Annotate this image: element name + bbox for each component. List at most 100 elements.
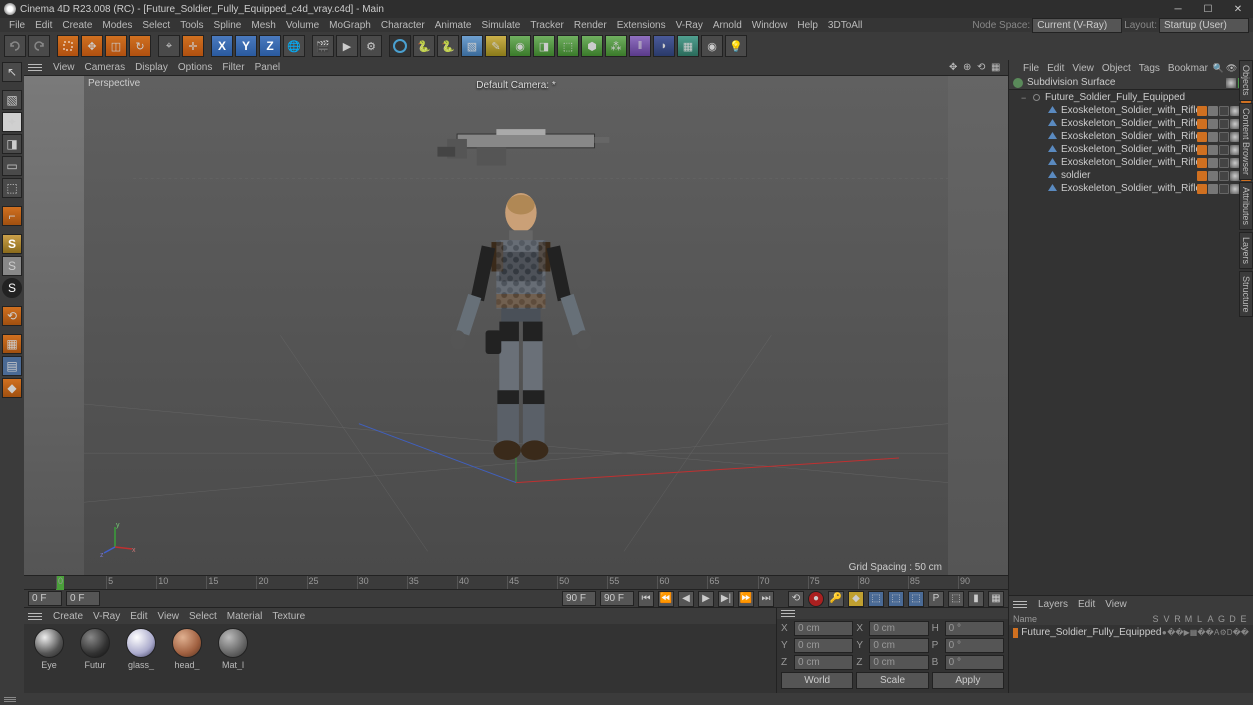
obj-menu-edit[interactable]: Edit: [1043, 63, 1068, 74]
z-axis-lock[interactable]: Z: [259, 35, 281, 57]
mat-menu-create[interactable]: Create: [48, 611, 88, 622]
workplane-icon[interactable]: ▭: [2, 156, 22, 176]
maximize-button[interactable]: ☐: [1193, 0, 1223, 18]
key-scale-button[interactable]: ⬚: [888, 591, 904, 607]
texture-mode-icon[interactable]: ◨: [2, 134, 22, 154]
keyframe-selection[interactable]: ◆: [848, 591, 864, 607]
vp-menu-cameras[interactable]: Cameras: [80, 62, 131, 73]
object-tag[interactable]: [1219, 184, 1229, 194]
coord-field[interactable]: 0 cm: [794, 638, 853, 653]
tree-row[interactable]: Exoskeleton_Soldier_with_Rifle04: [1009, 182, 1253, 195]
material-item[interactable]: Eye: [28, 628, 70, 689]
layer-color-swatch[interactable]: [1013, 628, 1018, 638]
last-tool[interactable]: ⌖: [158, 35, 180, 57]
obj-menu-view[interactable]: View: [1068, 63, 1098, 74]
menu-render[interactable]: Render: [569, 20, 612, 31]
vp-icon-4[interactable]: ▦: [991, 62, 1003, 74]
object-tag[interactable]: [1219, 132, 1229, 142]
key-rot-button[interactable]: ⬚: [908, 591, 924, 607]
vp-icon-2[interactable]: ⊕: [963, 62, 975, 74]
subdivision-surface[interactable]: ◉: [509, 35, 531, 57]
menu-select[interactable]: Select: [137, 20, 175, 31]
cube-mode-icon[interactable]: ▧: [2, 90, 22, 110]
key-pos-button[interactable]: ⬚: [868, 591, 884, 607]
redo-button[interactable]: [28, 35, 50, 57]
layer-toggle-icon[interactable]: �: [1206, 627, 1214, 638]
obj-header-tag1[interactable]: [1226, 78, 1236, 88]
object-tag[interactable]: [1197, 171, 1207, 181]
node-space-dropdown[interactable]: Current (V-Ray): [1032, 18, 1122, 33]
layer-toggle-icon[interactable]: ⚙: [1220, 627, 1227, 638]
obj-search-icon[interactable]: 🔍: [1213, 63, 1224, 74]
snap-s1-icon[interactable]: S: [2, 234, 22, 254]
object-tag[interactable]: [1208, 158, 1218, 168]
obj-menu-object[interactable]: Object: [1098, 63, 1135, 74]
vp-icon-1[interactable]: ✥: [949, 62, 961, 74]
object-tag[interactable]: [1208, 171, 1218, 181]
object-tag[interactable]: [1219, 171, 1229, 181]
scale-tool[interactable]: ◫: [105, 35, 127, 57]
menu-spline[interactable]: Spline: [209, 20, 247, 31]
prev-frame-button[interactable]: ◀: [678, 591, 694, 607]
coord-system[interactable]: 🌐: [283, 35, 305, 57]
loop-button[interactable]: ⟲: [788, 591, 804, 607]
object-tag[interactable]: [1208, 119, 1218, 129]
extrude-tool[interactable]: ◨: [533, 35, 555, 57]
move-tool[interactable]: ✥: [81, 35, 103, 57]
object-tag[interactable]: [1219, 119, 1229, 129]
menu-extensions[interactable]: Extensions: [612, 20, 671, 31]
render-pv[interactable]: ▶: [336, 35, 358, 57]
vp-menu-panel[interactable]: Panel: [250, 62, 286, 73]
coord-field[interactable]: 0 °: [945, 638, 1004, 653]
object-tag[interactable]: [1208, 132, 1218, 142]
timeline-marker-button[interactable]: ▮: [968, 591, 984, 607]
coord-field[interactable]: 0 cm: [869, 655, 928, 670]
menu-modes[interactable]: Modes: [97, 20, 137, 31]
menu-vray[interactable]: V-Ray: [671, 20, 708, 31]
frame-end-field-1[interactable]: 90 F: [562, 591, 596, 606]
mat-menu-select[interactable]: Select: [184, 611, 222, 622]
viewport-hamburger-icon[interactable]: [28, 64, 42, 71]
next-frame-button[interactable]: ▶|: [718, 591, 734, 607]
cursor-icon[interactable]: ↖: [2, 62, 22, 82]
light-tool[interactable]: ◉: [701, 35, 723, 57]
bend-tool[interactable]: ‖: [629, 35, 651, 57]
object-tag[interactable]: [1197, 158, 1207, 168]
object-tag[interactable]: [1197, 119, 1207, 129]
layout-dropdown[interactable]: Startup (User): [1159, 18, 1249, 33]
floor-tool[interactable]: ◗: [653, 35, 675, 57]
edge-mode-icon[interactable]: ⌐: [2, 206, 22, 226]
timeline-ruler[interactable]: 0 5 10 15 20 25 30 35 40 45 50 55 60 65 …: [24, 575, 1008, 589]
layers-menu-edit[interactable]: Edit: [1073, 599, 1100, 610]
status-hamburger-icon[interactable]: [4, 697, 16, 702]
vp-menu-display[interactable]: Display: [130, 62, 173, 73]
object-tag[interactable]: [1208, 106, 1218, 116]
tree-row[interactable]: Exoskeleton_Soldier_with_Rifle08: [1009, 156, 1253, 169]
material-item[interactable]: Mat_l: [212, 628, 254, 689]
frame-end-field-2[interactable]: 90 F: [600, 591, 634, 606]
vp-menu-view[interactable]: View: [48, 62, 80, 73]
object-tag[interactable]: [1197, 106, 1207, 116]
volume-tool[interactable]: ⬚: [557, 35, 579, 57]
object-tag[interactable]: [1197, 184, 1207, 194]
obj-menu-tags[interactable]: Tags: [1135, 63, 1164, 74]
goto-end-button[interactable]: ⏭: [758, 591, 774, 607]
fields-tool[interactable]: ⬢: [581, 35, 603, 57]
vp-icon-3[interactable]: ⟲: [977, 62, 989, 74]
coord-mode-1[interactable]: World: [781, 672, 853, 689]
menu-mograph[interactable]: MoGraph: [324, 20, 376, 31]
coord-field[interactable]: 0 cm: [869, 638, 928, 653]
frame-current-field[interactable]: 0 F: [66, 591, 100, 606]
mat-menu-material[interactable]: Material: [222, 611, 268, 622]
goto-start-button[interactable]: ⏮: [638, 591, 654, 607]
layers-menu-view[interactable]: View: [1100, 599, 1132, 610]
menu-create[interactable]: Create: [57, 20, 97, 31]
y-axis-lock[interactable]: Y: [235, 35, 257, 57]
material-item[interactable]: Futur: [74, 628, 116, 689]
mat-menu-vray[interactable]: V-Ray: [88, 611, 125, 622]
layer-toggle-icon[interactable]: �: [1197, 627, 1205, 638]
side-tab-content[interactable]: Content Browser: [1239, 103, 1253, 180]
material-item[interactable]: head_: [166, 628, 208, 689]
obj-menu-bookmarks[interactable]: Bookmar: [1164, 63, 1212, 74]
expand-icon[interactable]: −: [1021, 93, 1031, 103]
